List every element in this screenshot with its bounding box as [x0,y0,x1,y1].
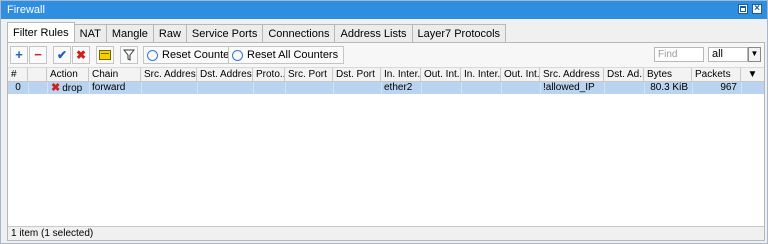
table-header: # Action Chain Src. Address Dst. Address… [8,68,764,82]
tab-raw[interactable]: Raw [152,24,187,42]
comment-button[interactable] [96,46,114,64]
cell-divider [141,82,142,94]
reset-counters-label: Reset Counters [162,49,239,61]
col-header-out-interface-list[interactable]: Out. Int... [501,68,540,81]
filter-select[interactable]: all [708,47,748,62]
cell-num: 0 [15,82,21,93]
col-header-dst-port[interactable]: Dst. Port [333,68,381,81]
col-header-flags[interactable] [28,68,47,81]
cell-bytes: 80.3 KiB [650,82,688,93]
filter-dropdown-icon[interactable]: ▼ [748,47,761,62]
reset-all-counters-label: Reset All Counters [247,49,339,61]
col-header-protocol[interactable]: Proto... [253,68,285,81]
col-header-src-port[interactable]: Src. Port [285,68,333,81]
reset-all-counters-button[interactable]: Reset All Counters [228,46,345,64]
cell-divider [421,82,422,94]
title-bar[interactable]: Firewall × [1,1,767,19]
toolbar: + − ✔ ✖ Reset Counters Reset All Counter… [8,43,764,68]
cell-action-label: drop [62,83,83,94]
add-button[interactable]: + [10,46,28,64]
restore-icon[interactable] [738,4,748,14]
tab-service-ports[interactable]: Service Ports [185,24,264,42]
tab-filter-rules[interactable]: Filter Rules [7,22,75,42]
enable-button[interactable]: ✔ [53,46,71,64]
col-header-bytes[interactable]: Bytes [644,68,692,81]
col-header-in-interface[interactable]: In. Inter... [381,68,421,81]
cell-divider [47,82,48,94]
window-title: Firewall [7,4,45,16]
col-header-src-address-list[interactable]: Src. Address ... [540,68,604,81]
find-input[interactable]: Find [654,47,704,62]
note-icon [99,50,111,60]
status-bar: 1 item (1 selected) [8,226,764,240]
cell-divider [285,82,286,94]
remove-button[interactable]: − [29,46,47,64]
minus-icon: − [34,47,42,62]
tab-connections[interactable]: Connections [262,24,336,42]
cell-divider [333,82,334,94]
cell-action: ✖ drop [49,82,89,94]
table-row[interactable]: 0 ✖ drop forward ether2 !allowed_IP 80.3 … [8,82,764,94]
cell-divider [741,82,742,94]
col-header-chain[interactable]: Chain [89,68,141,81]
tab-nat[interactable]: NAT [73,24,107,42]
content-panel: + − ✔ ✖ Reset Counters Reset All Counter… [7,42,765,241]
column-menu-icon[interactable]: ▼ [741,68,764,81]
col-header-dst-address[interactable]: Dst. Address [197,68,253,81]
x-icon: ✖ [75,48,87,62]
close-icon[interactable]: × [752,4,762,14]
cell-divider [197,82,198,94]
tab-layer7-protocols[interactable]: Layer7 Protocols [411,24,507,42]
cell-divider [28,82,29,94]
col-header-packets[interactable]: Packets [692,68,741,81]
col-header-dst-address-list[interactable]: Dst. Ad... [604,68,644,81]
cell-divider [461,82,462,94]
disable-button[interactable]: ✖ [72,46,90,64]
firewall-window: Firewall × Filter Rules NAT Mangle Raw S… [0,0,768,244]
cell-divider [604,82,605,94]
col-header-src-address[interactable]: Src. Address [141,68,197,81]
cell-divider [501,82,502,94]
col-header-in-interface-list[interactable]: In. Inter... [461,68,501,81]
tab-address-lists[interactable]: Address Lists [334,24,413,42]
cell-divider [253,82,254,94]
checkmark-icon: ✔ [56,48,68,62]
drop-icon: ✖ [51,82,61,94]
filter-button[interactable] [120,46,138,64]
reset-all-icon [232,49,243,61]
cell-packets: 967 [720,82,737,93]
rules-table: # Action Chain Src. Address Dst. Address… [8,68,764,228]
cell-in-interface: ether2 [384,82,413,93]
cell-src-address-list: !allowed_IP [543,82,595,93]
tab-bar: Filter Rules NAT Mangle Raw Service Port… [7,22,507,43]
col-header-action[interactable]: Action [47,68,89,81]
cell-chain: forward [92,82,126,93]
col-header-out-interface[interactable]: Out. Int... [421,68,461,81]
col-header-num[interactable]: # [8,68,28,81]
reset-icon [147,49,158,61]
funnel-icon [122,49,136,61]
plus-icon: + [15,47,23,62]
tab-mangle[interactable]: Mangle [105,24,154,42]
